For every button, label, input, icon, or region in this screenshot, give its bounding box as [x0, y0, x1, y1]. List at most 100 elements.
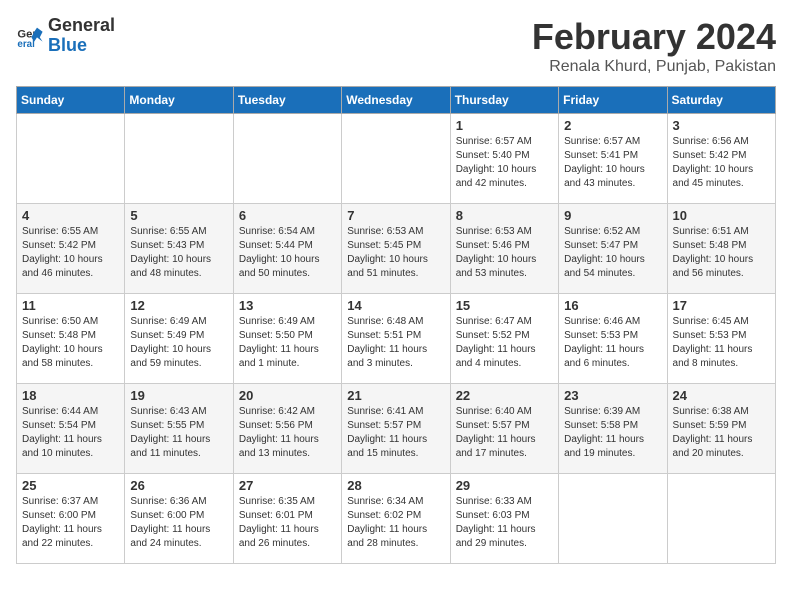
day-info: Sunrise: 6:55 AM Sunset: 5:43 PM Dayligh…: [130, 225, 227, 281]
day-info: Sunrise: 6:33 AM Sunset: 6:03 PM Dayligh…: [456, 495, 553, 551]
day-number: 27: [239, 478, 336, 493]
weekday-header: Sunday: [17, 87, 125, 114]
calendar-cell: 25 Sunrise: 6:37 AM Sunset: 6:00 PM Dayli…: [17, 474, 125, 564]
calendar-cell: 26 Sunrise: 6:36 AM Sunset: 6:00 PM Dayli…: [125, 474, 233, 564]
weekday-header: Thursday: [450, 87, 558, 114]
calendar-cell: 13 Sunrise: 6:49 AM Sunset: 5:50 PM Dayli…: [233, 294, 341, 384]
week-row: 25 Sunrise: 6:37 AM Sunset: 6:00 PM Dayli…: [17, 474, 776, 564]
day-info: Sunrise: 6:49 AM Sunset: 5:49 PM Dayligh…: [130, 315, 227, 371]
day-info: Sunrise: 6:47 AM Sunset: 5:52 PM Dayligh…: [456, 315, 553, 371]
day-number: 21: [347, 388, 444, 403]
calendar-cell: 24Sunrise: 6:38 AM Sunset: 5:59 PM Dayli…: [667, 384, 775, 474]
day-number: 22: [456, 388, 553, 403]
week-row: 18 Sunrise: 6:44 AM Sunset: 5:54 PM Dayli…: [17, 384, 776, 474]
day-number: 2: [564, 118, 661, 133]
calendar-cell: 11Sunrise: 6:50 AM Sunset: 5:48 PM Dayli…: [17, 294, 125, 384]
day-info: Sunrise: 6:48 AM Sunset: 5:51 PM Dayligh…: [347, 315, 444, 371]
calendar-cell: 16 Sunrise: 6:46 AM Sunset: 5:53 PM Dayli…: [559, 294, 667, 384]
day-number: 14: [347, 298, 444, 313]
weekday-header: Wednesday: [342, 87, 450, 114]
logo-icon: Gen eral: [16, 22, 44, 50]
day-number: 18: [22, 388, 119, 403]
calendar-cell: 6Sunrise: 6:54 AM Sunset: 5:44 PM Daylig…: [233, 204, 341, 294]
day-number: 9: [564, 208, 661, 223]
day-info: Sunrise: 6:52 AM Sunset: 5:47 PM Dayligh…: [564, 225, 661, 281]
calendar-cell: 4 Sunrise: 6:55 AM Sunset: 5:42 PM Daylig…: [17, 204, 125, 294]
logo: Gen eral General Blue: [16, 16, 115, 56]
day-number: 26: [130, 478, 227, 493]
day-info: Sunrise: 6:55 AM Sunset: 5:42 PM Dayligh…: [22, 225, 119, 281]
logo-text: General Blue: [48, 16, 115, 56]
weekday-header: Monday: [125, 87, 233, 114]
day-info: Sunrise: 6:36 AM Sunset: 6:00 PM Dayligh…: [130, 495, 227, 551]
calendar-cell: 19Sunrise: 6:43 AM Sunset: 5:55 PM Dayli…: [125, 384, 233, 474]
weekday-header: Tuesday: [233, 87, 341, 114]
day-info: Sunrise: 6:46 AM Sunset: 5:53 PM Dayligh…: [564, 315, 661, 371]
week-row: 4 Sunrise: 6:55 AM Sunset: 5:42 PM Daylig…: [17, 204, 776, 294]
day-info: Sunrise: 6:35 AM Sunset: 6:01 PM Dayligh…: [239, 495, 336, 551]
calendar-cell: 2Sunrise: 6:57 AM Sunset: 5:41 PM Daylig…: [559, 114, 667, 204]
week-row: 1 Sunrise: 6:57 AM Sunset: 5:40 PM Daylig…: [17, 114, 776, 204]
calendar-cell: 10 Sunrise: 6:51 AM Sunset: 5:48 PM Dayli…: [667, 204, 775, 294]
calendar-cell: 21 Sunrise: 6:41 AM Sunset: 5:57 PM Dayli…: [342, 384, 450, 474]
header-row: SundayMondayTuesdayWednesdayThursdayFrid…: [17, 87, 776, 114]
calendar-header: SundayMondayTuesdayWednesdayThursdayFrid…: [17, 87, 776, 114]
day-info: Sunrise: 6:56 AM Sunset: 5:42 PM Dayligh…: [673, 135, 770, 191]
calendar-cell: [233, 114, 341, 204]
day-number: 29: [456, 478, 553, 493]
day-number: 13: [239, 298, 336, 313]
day-info: Sunrise: 6:51 AM Sunset: 5:48 PM Dayligh…: [673, 225, 770, 281]
day-number: 6: [239, 208, 336, 223]
calendar-cell: 7Sunrise: 6:53 AM Sunset: 5:45 PM Daylig…: [342, 204, 450, 294]
calendar-cell: 14 Sunrise: 6:48 AM Sunset: 5:51 PM Dayli…: [342, 294, 450, 384]
day-number: 3: [673, 118, 770, 133]
calendar-cell: [17, 114, 125, 204]
calendar-cell: 5 Sunrise: 6:55 AM Sunset: 5:43 PM Daylig…: [125, 204, 233, 294]
day-info: Sunrise: 6:49 AM Sunset: 5:50 PM Dayligh…: [239, 315, 336, 371]
calendar-cell: 28Sunrise: 6:34 AM Sunset: 6:02 PM Dayli…: [342, 474, 450, 564]
day-info: Sunrise: 6:34 AM Sunset: 6:02 PM Dayligh…: [347, 495, 444, 551]
day-info: Sunrise: 6:37 AM Sunset: 6:00 PM Dayligh…: [22, 495, 119, 551]
calendar-cell: 18 Sunrise: 6:44 AM Sunset: 5:54 PM Dayli…: [17, 384, 125, 474]
location-title: Renala Khurd, Punjab, Pakistan: [532, 58, 776, 76]
day-number: 1: [456, 118, 553, 133]
day-number: 20: [239, 388, 336, 403]
header: Gen eral General Blue February 2024 Rena…: [16, 16, 776, 76]
calendar-cell: 9 Sunrise: 6:52 AM Sunset: 5:47 PM Daylig…: [559, 204, 667, 294]
calendar-cell: [125, 114, 233, 204]
calendar-cell: 27 Sunrise: 6:35 AM Sunset: 6:01 PM Dayli…: [233, 474, 341, 564]
day-info: Sunrise: 6:44 AM Sunset: 5:54 PM Dayligh…: [22, 405, 119, 461]
day-number: 24: [673, 388, 770, 403]
calendar-body: 1 Sunrise: 6:57 AM Sunset: 5:40 PM Daylig…: [17, 114, 776, 564]
calendar-cell: 29 Sunrise: 6:33 AM Sunset: 6:03 PM Dayli…: [450, 474, 558, 564]
day-number: 10: [673, 208, 770, 223]
day-info: Sunrise: 6:57 AM Sunset: 5:40 PM Dayligh…: [456, 135, 553, 191]
weekday-header: Saturday: [667, 87, 775, 114]
calendar-cell: 3 Sunrise: 6:56 AM Sunset: 5:42 PM Daylig…: [667, 114, 775, 204]
month-title: February 2024: [532, 16, 776, 58]
day-number: 23: [564, 388, 661, 403]
day-info: Sunrise: 6:53 AM Sunset: 5:46 PM Dayligh…: [456, 225, 553, 281]
day-number: 4: [22, 208, 119, 223]
day-number: 11: [22, 298, 119, 313]
day-number: 5: [130, 208, 227, 223]
calendar-cell: 8Sunrise: 6:53 AM Sunset: 5:46 PM Daylig…: [450, 204, 558, 294]
day-info: Sunrise: 6:45 AM Sunset: 5:53 PM Dayligh…: [673, 315, 770, 371]
calendar-cell: 1 Sunrise: 6:57 AM Sunset: 5:40 PM Daylig…: [450, 114, 558, 204]
day-number: 16: [564, 298, 661, 313]
calendar-cell: 22Sunrise: 6:40 AM Sunset: 5:57 PM Dayli…: [450, 384, 558, 474]
calendar-cell: [342, 114, 450, 204]
calendar-cell: 12 Sunrise: 6:49 AM Sunset: 5:49 PM Dayli…: [125, 294, 233, 384]
day-info: Sunrise: 6:43 AM Sunset: 5:55 PM Dayligh…: [130, 405, 227, 461]
calendar-cell: 17Sunrise: 6:45 AM Sunset: 5:53 PM Dayli…: [667, 294, 775, 384]
calendar-cell: 20Sunrise: 6:42 AM Sunset: 5:56 PM Dayli…: [233, 384, 341, 474]
calendar-cell: [667, 474, 775, 564]
day-number: 12: [130, 298, 227, 313]
calendar-cell: 15Sunrise: 6:47 AM Sunset: 5:52 PM Dayli…: [450, 294, 558, 384]
day-info: Sunrise: 6:53 AM Sunset: 5:45 PM Dayligh…: [347, 225, 444, 281]
title-block: February 2024 Renala Khurd, Punjab, Paki…: [532, 16, 776, 76]
calendar-cell: [559, 474, 667, 564]
day-info: Sunrise: 6:41 AM Sunset: 5:57 PM Dayligh…: [347, 405, 444, 461]
svg-text:eral: eral: [17, 39, 35, 50]
day-number: 25: [22, 478, 119, 493]
